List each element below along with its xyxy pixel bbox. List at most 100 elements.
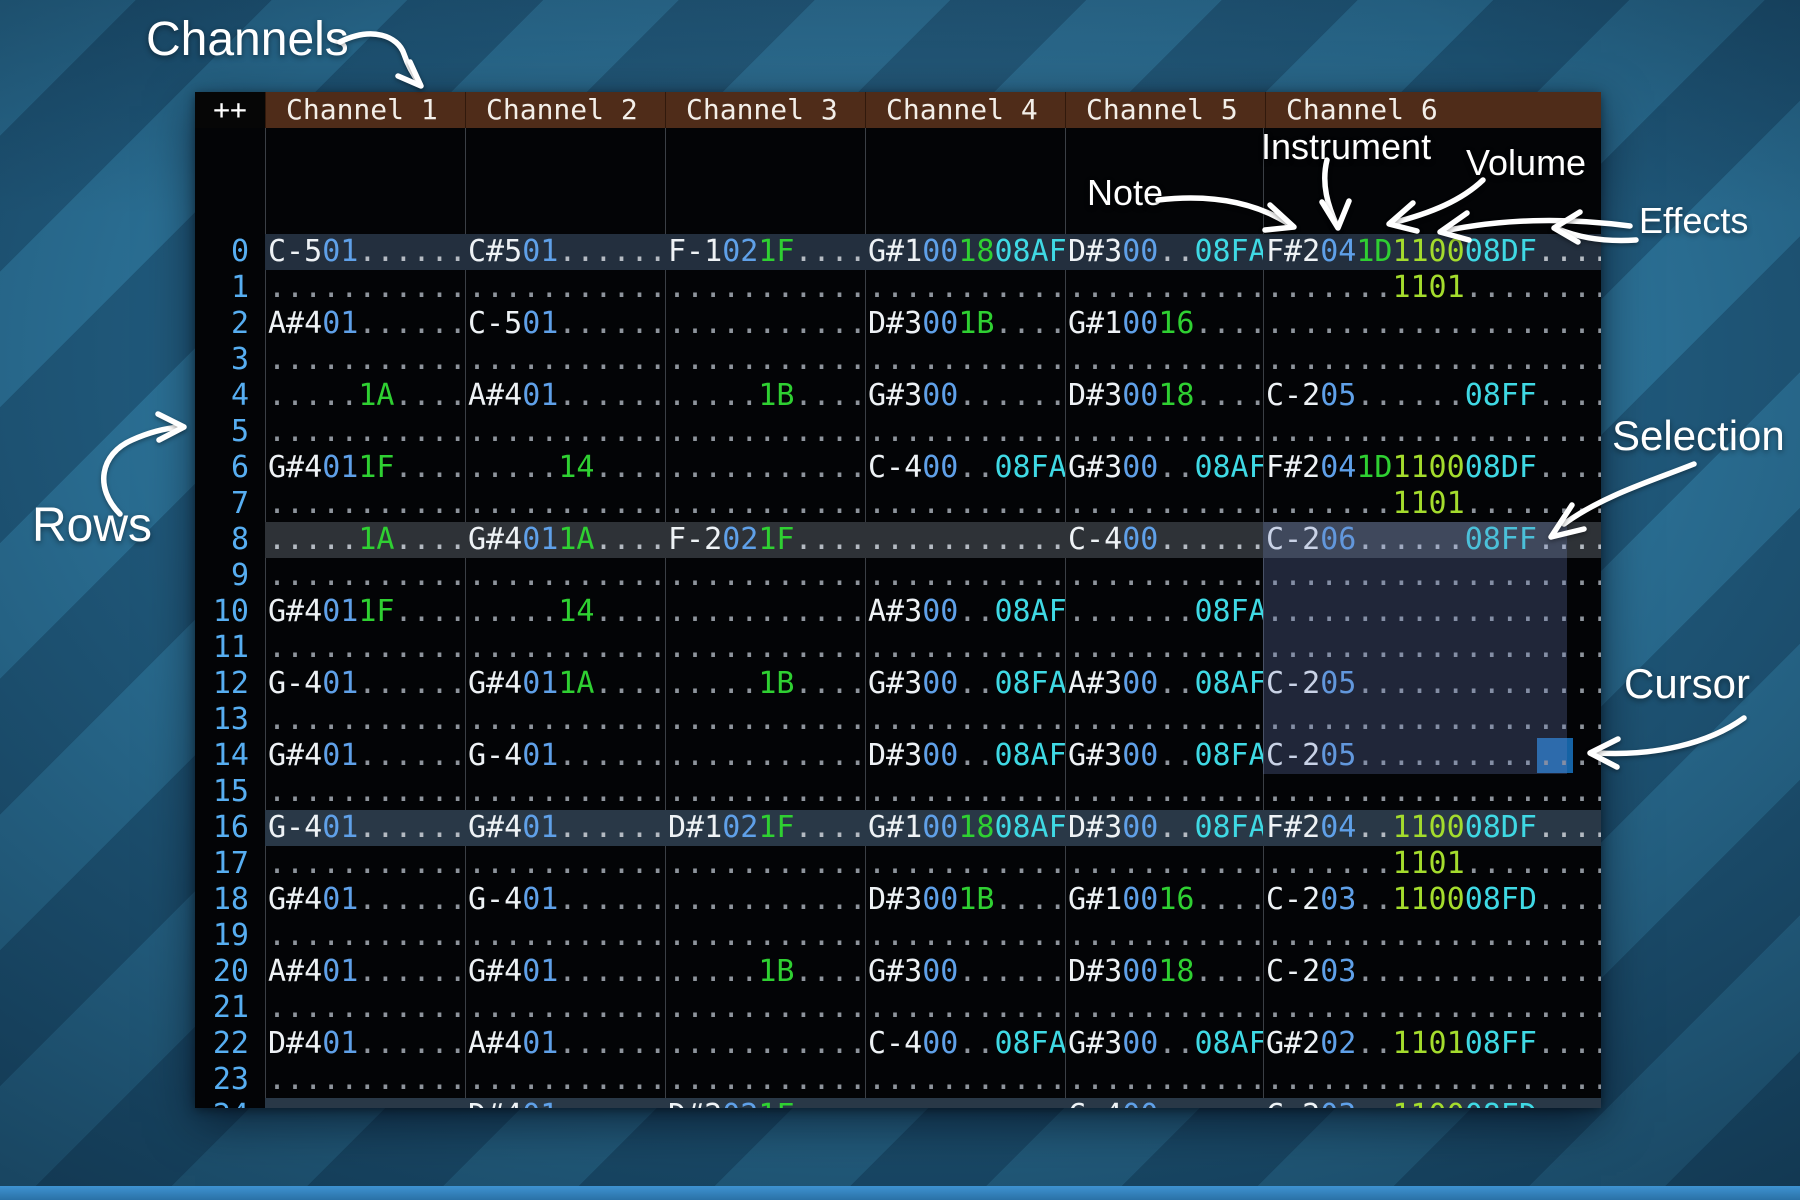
pattern-cell-ch1-row7[interactable]: ........... <box>265 486 465 522</box>
pattern-cell-ch2-row13[interactable]: ........... <box>465 702 665 738</box>
pattern-cell-ch4-row18[interactable]: D#3001B.... <box>865 882 1065 918</box>
pattern-cell-ch6-row5[interactable]: ................... <box>1263 414 1601 450</box>
pattern-cell-ch1-row22[interactable]: D#401...... <box>265 1026 465 1062</box>
pattern-cell-ch5-row10[interactable]: .......08FA <box>1065 594 1263 630</box>
pattern-cell-ch6-row21[interactable]: ................... <box>1263 990 1601 1026</box>
pattern-cell-ch4-row0[interactable]: G#1001808AF <box>865 234 1065 270</box>
pattern-cell-ch3-row14[interactable]: ........... <box>665 738 865 774</box>
pattern-cell-ch1-row5[interactable]: ........... <box>265 414 465 450</box>
pattern-cell-ch5-row5[interactable]: ........... <box>1065 414 1263 450</box>
pattern-cell-ch3-row13[interactable]: ........... <box>665 702 865 738</box>
pattern-cell-ch4-row13[interactable]: ........... <box>865 702 1065 738</box>
pattern-cell-ch5-row0[interactable]: D#300..08FA <box>1065 234 1263 270</box>
pattern-cell-ch1-row4[interactable]: .....1A.... <box>265 378 465 414</box>
pattern-cell-ch3-row3[interactable]: ........... <box>665 342 865 378</box>
pattern-cell-ch2-row5[interactable]: ........... <box>465 414 665 450</box>
pattern-cell-ch2-row17[interactable]: ........... <box>465 846 665 882</box>
pattern-cell-ch3-row11[interactable]: ........... <box>665 630 865 666</box>
pattern-cell-ch6-row7[interactable]: .......1101........ <box>1263 486 1601 522</box>
pattern-cell-ch4-row16[interactable]: G#1001808AF <box>865 810 1065 846</box>
pattern-cell-ch6-row20[interactable]: C-203.............. <box>1263 954 1601 990</box>
pattern-cell-ch3-row7[interactable]: ........... <box>665 486 865 522</box>
pattern-cell-ch6-row18[interactable]: C-203..110008FD.... <box>1263 882 1601 918</box>
pattern-cell-ch2-row20[interactable]: G#401...... <box>465 954 665 990</box>
pattern-cell-ch6-row12[interactable]: C-205.............. <box>1263 666 1601 702</box>
pattern-cell-ch5-row24[interactable]: C-400...... <box>1065 1098 1263 1108</box>
pattern-cell-ch1-row19[interactable]: ........... <box>265 918 465 954</box>
pattern-cell-ch6-row16[interactable]: F#204..110008DF.... <box>1263 810 1601 846</box>
pattern-cell-ch6-row0[interactable]: F#2041D110008DF.... <box>1263 234 1601 270</box>
pattern-cell-ch1-row12[interactable]: G-401...... <box>265 666 465 702</box>
pattern-cell-ch3-row9[interactable]: ........... <box>665 558 865 594</box>
pattern-cell-ch5-row18[interactable]: G#10016.... <box>1065 882 1263 918</box>
pattern-cell-ch3-row1[interactable]: ........... <box>665 270 865 306</box>
pattern-cell-ch5-row12[interactable]: A#300..08AF <box>1065 666 1263 702</box>
pattern-cell-ch5-row1[interactable]: ........... <box>1065 270 1263 306</box>
pattern-cell-ch2-row15[interactable]: ........... <box>465 774 665 810</box>
pattern-cell-ch2-row2[interactable]: C-501...... <box>465 306 665 342</box>
pattern-cell-ch3-row24[interactable]: D#2021F.... <box>665 1098 865 1108</box>
pattern-cell-ch4-row6[interactable]: C-400..08FA <box>865 450 1065 486</box>
pattern-cell-ch4-row23[interactable]: ........... <box>865 1062 1065 1098</box>
channel-header-5[interactable]: Channel 5 <box>1065 92 1265 128</box>
pattern-cell-ch4-row1[interactable]: ........... <box>865 270 1065 306</box>
pattern-cell-ch5-row21[interactable]: ........... <box>1065 990 1263 1026</box>
pattern-cell-ch4-row12[interactable]: G#300..08FA <box>865 666 1065 702</box>
pattern-cell-ch3-row8[interactable]: F-2021F.... <box>665 522 865 558</box>
pattern-cell-ch3-row12[interactable]: .....1B.... <box>665 666 865 702</box>
pattern-cell-ch2-row19[interactable]: ........... <box>465 918 665 954</box>
pattern-cell-ch2-row22[interactable]: A#401...... <box>465 1026 665 1062</box>
pattern-cell-ch5-row3[interactable]: ........... <box>1065 342 1263 378</box>
pattern-cell-ch1-row2[interactable]: A#401...... <box>265 306 465 342</box>
pattern-cell-ch3-row23[interactable]: ........... <box>665 1062 865 1098</box>
pattern-cell-ch5-row15[interactable]: ........... <box>1065 774 1263 810</box>
pattern-cell-ch3-row0[interactable]: F-1021F.... <box>665 234 865 270</box>
pattern-cell-ch1-row17[interactable]: ........... <box>265 846 465 882</box>
pattern-cell-ch6-row24[interactable]: C-203..110008FD.... <box>1263 1098 1601 1108</box>
channel-header-3[interactable]: Channel 3 <box>665 92 865 128</box>
pattern-cell-ch4-row2[interactable]: D#3001B.... <box>865 306 1065 342</box>
pattern-cell-ch3-row20[interactable]: .....1B.... <box>665 954 865 990</box>
pattern-cell-ch1-row20[interactable]: A#401...... <box>265 954 465 990</box>
pattern-cell-ch6-row15[interactable]: ................... <box>1263 774 1601 810</box>
pattern-cell-ch2-row14[interactable]: G-401...... <box>465 738 665 774</box>
pattern-cell-ch6-row14[interactable]: C-205.............. <box>1263 738 1601 774</box>
pattern-cell-ch2-row24[interactable]: D#401...... <box>465 1098 665 1108</box>
pattern-cell-ch2-row23[interactable]: ........... <box>465 1062 665 1098</box>
pattern-cell-ch2-row11[interactable]: ........... <box>465 630 665 666</box>
pattern-cell-ch1-row24[interactable]: ........... <box>265 1098 465 1108</box>
pattern-cell-ch4-row19[interactable]: ........... <box>865 918 1065 954</box>
channel-header-2[interactable]: Channel 2 <box>465 92 665 128</box>
pattern-cell-ch5-row11[interactable]: ........... <box>1065 630 1263 666</box>
pattern-cell-ch3-row21[interactable]: ........... <box>665 990 865 1026</box>
pattern-cell-ch2-row21[interactable]: ........... <box>465 990 665 1026</box>
pattern-cell-ch3-row4[interactable]: .....1B.... <box>665 378 865 414</box>
pattern-cell-ch6-row19[interactable]: ................... <box>1263 918 1601 954</box>
pattern-cell-ch4-row4[interactable]: G#300...... <box>865 378 1065 414</box>
pattern-cell-ch3-row17[interactable]: ........... <box>665 846 865 882</box>
pattern-cursor[interactable]: .. <box>1537 738 1573 773</box>
pattern-cell-ch1-row0[interactable]: C-501...... <box>265 234 465 270</box>
channel-header-6[interactable]: Channel 6 <box>1265 92 1601 128</box>
pattern-cell-ch5-row20[interactable]: D#30018.... <box>1065 954 1263 990</box>
pattern-cell-ch5-row17[interactable]: ........... <box>1065 846 1263 882</box>
pattern-cell-ch1-row10[interactable]: G#4011F.... <box>265 594 465 630</box>
pattern-cell-ch1-row8[interactable]: .....1A.... <box>265 522 465 558</box>
pattern-cell-ch6-row10[interactable]: ................... <box>1263 594 1601 630</box>
pattern-cell-ch3-row18[interactable]: ........... <box>665 882 865 918</box>
pattern-cell-ch6-row1[interactable]: .......1101........ <box>1263 270 1601 306</box>
pattern-cell-ch3-row19[interactable]: ........... <box>665 918 865 954</box>
pattern-cell-ch5-row22[interactable]: G#300..08AF <box>1065 1026 1263 1062</box>
pattern-cell-ch6-row22[interactable]: G#202..110108FF.... <box>1263 1026 1601 1062</box>
pattern-cell-ch3-row2[interactable]: ........... <box>665 306 865 342</box>
pattern-cell-ch2-row12[interactable]: G#4011A.... <box>465 666 665 702</box>
add-channel-button[interactable]: ++ <box>195 92 265 128</box>
pattern-cell-ch4-row24[interactable]: ........... <box>865 1098 1065 1108</box>
pattern-cell-ch2-row3[interactable]: ........... <box>465 342 665 378</box>
pattern-cell-ch1-row13[interactable]: ........... <box>265 702 465 738</box>
pattern-cell-ch1-row6[interactable]: G#4011F.... <box>265 450 465 486</box>
pattern-cell-ch6-row23[interactable]: ................... <box>1263 1062 1601 1098</box>
pattern-cell-ch5-row4[interactable]: D#30018.... <box>1065 378 1263 414</box>
pattern-cell-ch5-row23[interactable]: ........... <box>1065 1062 1263 1098</box>
pattern-cell-ch1-row1[interactable]: ........... <box>265 270 465 306</box>
